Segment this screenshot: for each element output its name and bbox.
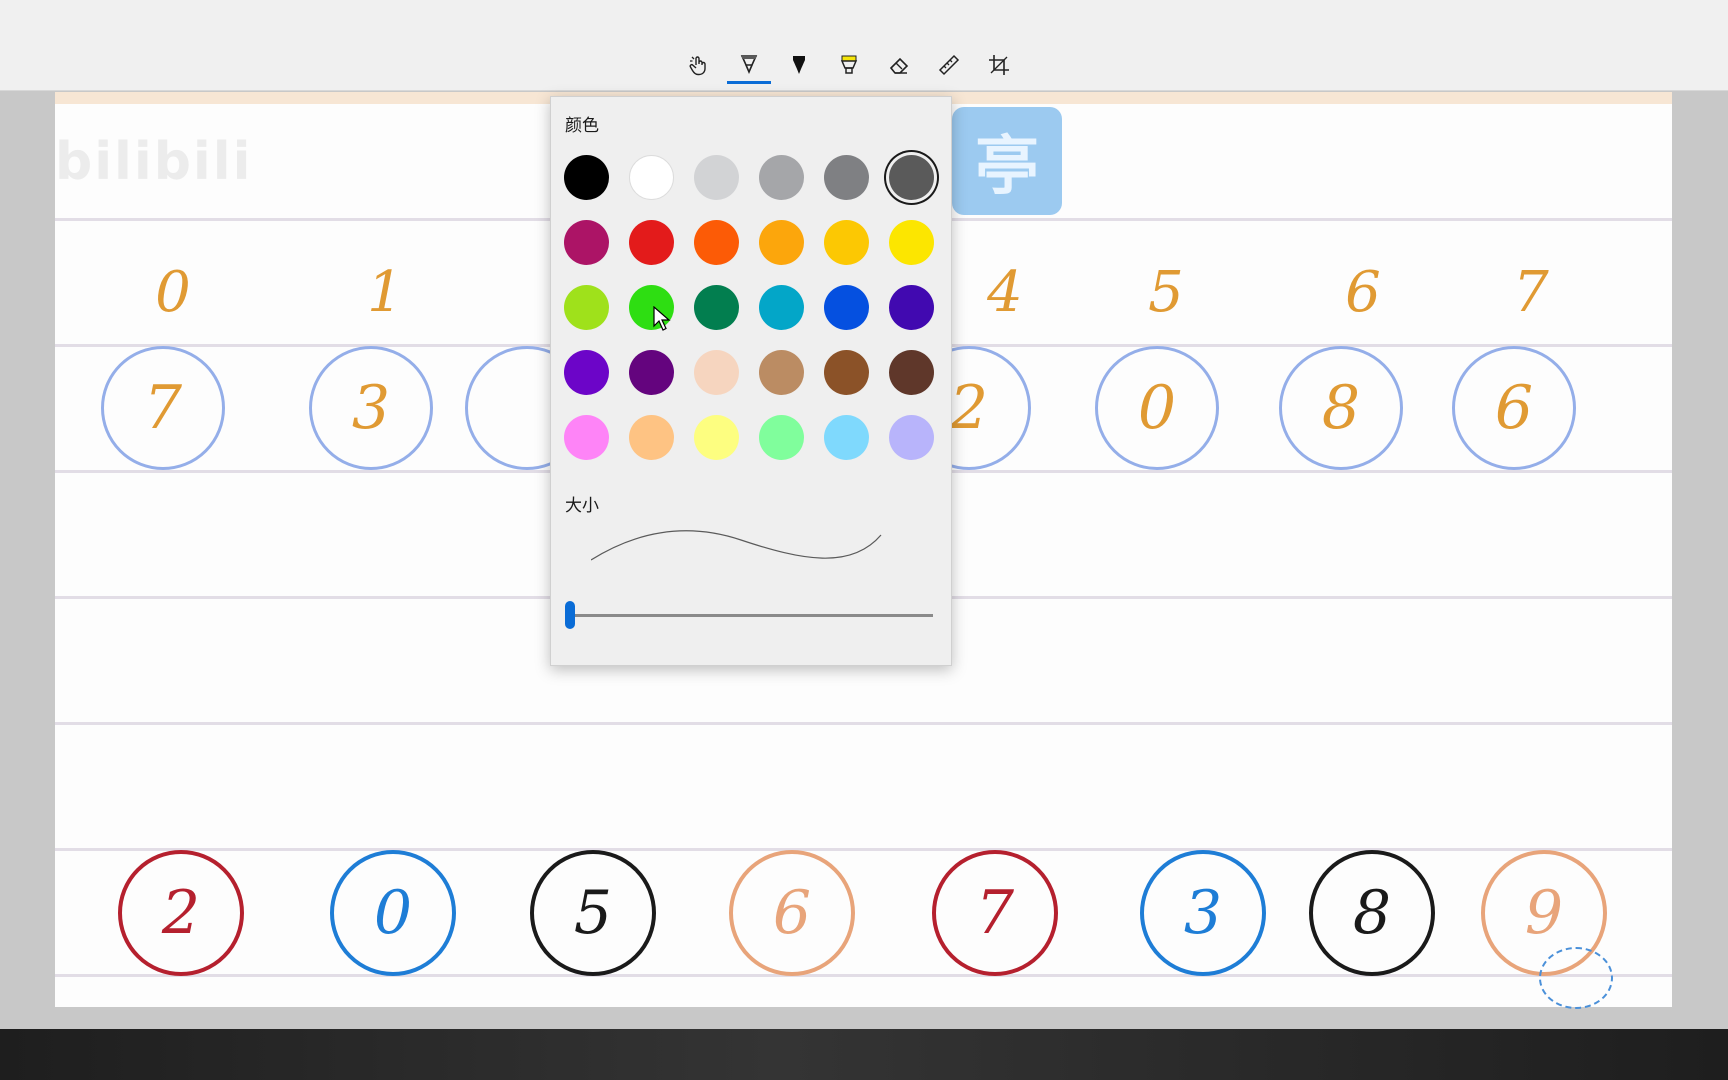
crop-button[interactable] [977, 46, 1021, 84]
color-swatch[interactable] [889, 415, 934, 460]
color-swatch[interactable] [824, 220, 869, 265]
color-swatch[interactable] [889, 285, 934, 330]
blue-badge: 亭 [952, 107, 1062, 215]
ruler-icon [938, 54, 960, 76]
bottom-digit-circle: 8 [1309, 850, 1435, 976]
ink-toolbar [0, 0, 1728, 91]
bottom-digit-circle: 6 [729, 850, 855, 976]
taskbar-strip [0, 1029, 1728, 1080]
top-digit-circle: 6 [1452, 346, 1576, 470]
index-label: 6 [1345, 260, 1381, 325]
pen-settings-flyout: 颜色 大小 [550, 96, 952, 666]
top-digit-circle: 3 [309, 346, 433, 470]
color-swatch[interactable] [824, 155, 869, 200]
size-slider-thumb[interactable] [565, 601, 575, 629]
ruled-line [55, 722, 1672, 725]
color-swatch[interactable] [759, 285, 804, 330]
index-label: 1 [367, 260, 403, 325]
dashed-selection-ink [1539, 947, 1613, 1009]
index-label: 4 [987, 260, 1023, 325]
ballpoint-pen-button[interactable] [727, 46, 771, 84]
color-swatch[interactable] [694, 285, 739, 330]
color-swatch[interactable] [564, 220, 609, 265]
color-swatch[interactable] [564, 285, 609, 330]
bilibili-watermark: bilibili [55, 132, 253, 192]
eraser-icon [889, 57, 909, 74]
size-section-label: 大小 [565, 496, 599, 516]
color-swatch[interactable] [759, 350, 804, 395]
color-swatch[interactable] [564, 350, 609, 395]
color-swatch[interactable] [694, 415, 739, 460]
color-swatch[interactable] [759, 155, 804, 200]
top-digit-circle: 0 [1095, 346, 1219, 470]
color-swatch[interactable] [629, 415, 674, 460]
color-swatch[interactable] [889, 350, 934, 395]
highlighter-button[interactable] [827, 46, 871, 84]
color-swatch[interactable] [824, 285, 869, 330]
color-palette [564, 155, 934, 460]
ballpoint-pen-icon [740, 54, 758, 74]
top-digit-circle: 7 [101, 346, 225, 470]
color-swatch[interactable] [564, 155, 609, 200]
index-label: 0 [155, 260, 191, 325]
color-swatch[interactable] [564, 415, 609, 460]
color-swatch[interactable] [694, 350, 739, 395]
color-swatch[interactable] [629, 155, 674, 200]
bottom-digit-circle: 3 [1140, 850, 1266, 976]
index-label: 7 [1513, 260, 1549, 325]
bottom-digit-circle: 5 [530, 850, 656, 976]
pencil-button[interactable] [777, 46, 821, 84]
bottom-digit-circle: 7 [932, 850, 1058, 976]
color-swatch[interactable] [629, 220, 674, 265]
mouse-cursor-icon [653, 306, 671, 331]
color-swatch[interactable] [824, 415, 869, 460]
ruled-line [55, 974, 1672, 977]
stroke-preview [591, 530, 882, 561]
color-swatch[interactable] [889, 155, 934, 200]
touch-writing-icon [689, 56, 706, 76]
highlighter-icon [840, 55, 858, 74]
size-slider-track[interactable] [571, 614, 933, 617]
color-swatch[interactable] [824, 350, 869, 395]
pencil-icon [793, 56, 805, 74]
color-swatch[interactable] [694, 220, 739, 265]
ruled-line [55, 848, 1672, 851]
eraser-button[interactable] [877, 46, 921, 84]
color-section-label: 颜色 [565, 116, 599, 136]
color-swatch[interactable] [759, 220, 804, 265]
touch-writing-button[interactable] [677, 46, 721, 84]
index-label: 5 [1148, 260, 1184, 325]
ruler-button[interactable] [927, 46, 971, 84]
bottom-digit-circle: 0 [330, 850, 456, 976]
crop-icon [989, 55, 1009, 75]
bottom-digit-circle: 2 [118, 850, 244, 976]
color-swatch[interactable] [629, 350, 674, 395]
top-digit-circle: 8 [1279, 346, 1403, 470]
color-swatch[interactable] [694, 155, 739, 200]
color-swatch[interactable] [759, 415, 804, 460]
color-swatch[interactable] [889, 220, 934, 265]
